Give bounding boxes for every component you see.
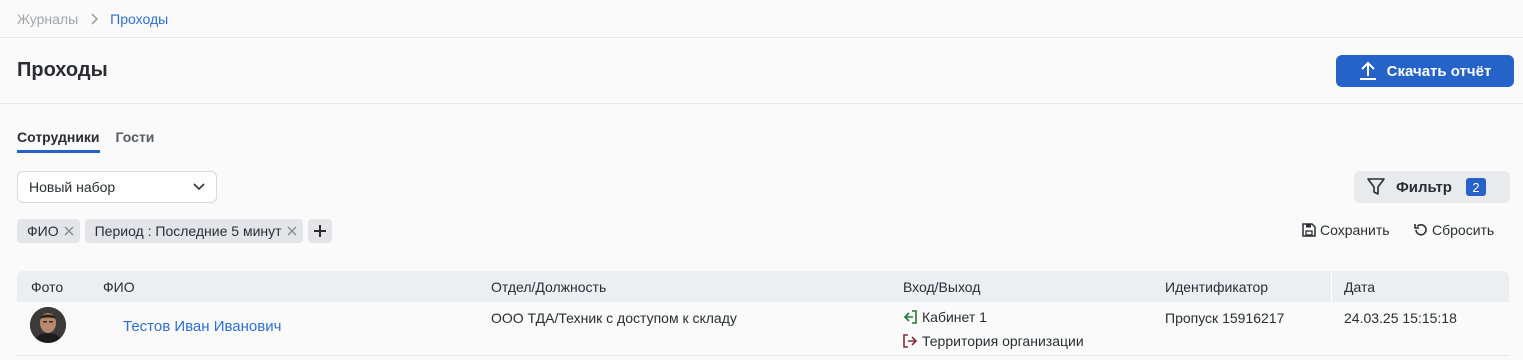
page-title: Проходы	[17, 59, 108, 81]
breadcrumb-journals-link[interactable]: Журналы	[17, 11, 78, 27]
add-filter-button[interactable]	[307, 219, 332, 243]
column-header-fio[interactable]: ФИО	[103, 279, 135, 295]
chip-label: ФИО	[27, 223, 59, 239]
download-report-button[interactable]: Скачать отчёт	[1336, 55, 1514, 87]
chip-fio: ФИО	[17, 219, 80, 243]
table-row[interactable]: Тестов Иван Иванович ООО ТДА/Техник с до…	[17, 302, 1509, 356]
chevron-down-icon	[193, 183, 205, 191]
save-icon	[1302, 223, 1316, 237]
entry-line: Кабинет 1	[903, 307, 1084, 327]
header-divider	[0, 37, 1523, 38]
date-cell: 24.03.25 15:15:18	[1344, 310, 1457, 326]
upload-icon	[1359, 61, 1377, 81]
preset-select[interactable]: Новый набор	[17, 171, 217, 203]
column-header-department[interactable]: Отдел/Должность	[491, 279, 606, 295]
close-icon[interactable]	[64, 226, 74, 236]
entry-location: Кабинет 1	[922, 309, 987, 325]
breadcrumb: Журналы Проходы	[17, 9, 168, 29]
column-header-photo[interactable]: Фото	[31, 279, 63, 295]
tab-employees[interactable]: Сотрудники	[17, 129, 100, 153]
filter-button[interactable]: Фильтр 2	[1354, 171, 1510, 203]
avatar	[30, 307, 66, 343]
title-divider	[0, 103, 1523, 104]
breadcrumb-current: Проходы	[110, 11, 169, 27]
employee-name-link[interactable]: Тестов Иван Иванович	[123, 318, 281, 335]
plus-icon	[313, 225, 326, 237]
filter-count-badge: 2	[1465, 178, 1486, 196]
chevron-right-icon	[90, 13, 99, 25]
department-cell: ООО ТДА/Техник с доступом к складу	[491, 310, 737, 326]
filter-chips: ФИО Период : Последние 5 минут	[17, 219, 332, 243]
save-label: Сохранить	[1320, 222, 1390, 238]
chip-period: Период : Последние 5 минут	[84, 219, 303, 243]
chip-label: Период : Последние 5 минут	[94, 223, 282, 239]
save-filter-button[interactable]: Сохранить	[1302, 222, 1390, 238]
reset-label: Сбросить	[1432, 222, 1495, 238]
reset-filter-button[interactable]: Сбросить	[1414, 222, 1494, 238]
tab-guests[interactable]: Гости	[116, 129, 155, 153]
logout-icon	[903, 334, 917, 348]
login-icon	[903, 310, 917, 324]
exit-line: Территория организации	[903, 331, 1084, 351]
column-header-entry-exit[interactable]: Вход/Выход	[903, 279, 980, 295]
column-header-identifier[interactable]: Идентификатор	[1165, 279, 1268, 295]
reset-icon	[1414, 223, 1428, 237]
table-header: Фото ФИО Отдел/Должность Вход/Выход Иден…	[17, 271, 1509, 302]
tabs: Сотрудники Гости	[17, 129, 170, 153]
preset-select-value: Новый набор	[29, 179, 116, 195]
column-divider	[1331, 271, 1332, 302]
filter-icon	[1366, 177, 1386, 197]
filter-label: Фильтр	[1396, 178, 1452, 196]
entry-exit-cell: Кабинет 1 Территория организации	[903, 307, 1084, 351]
download-report-label: Скачать отчёт	[1386, 62, 1492, 80]
exit-location: Территория организации	[922, 333, 1084, 349]
close-icon[interactable]	[287, 226, 297, 236]
column-header-date[interactable]: Дата	[1344, 279, 1375, 295]
identifier-cell: Пропуск 15916217	[1165, 310, 1285, 326]
